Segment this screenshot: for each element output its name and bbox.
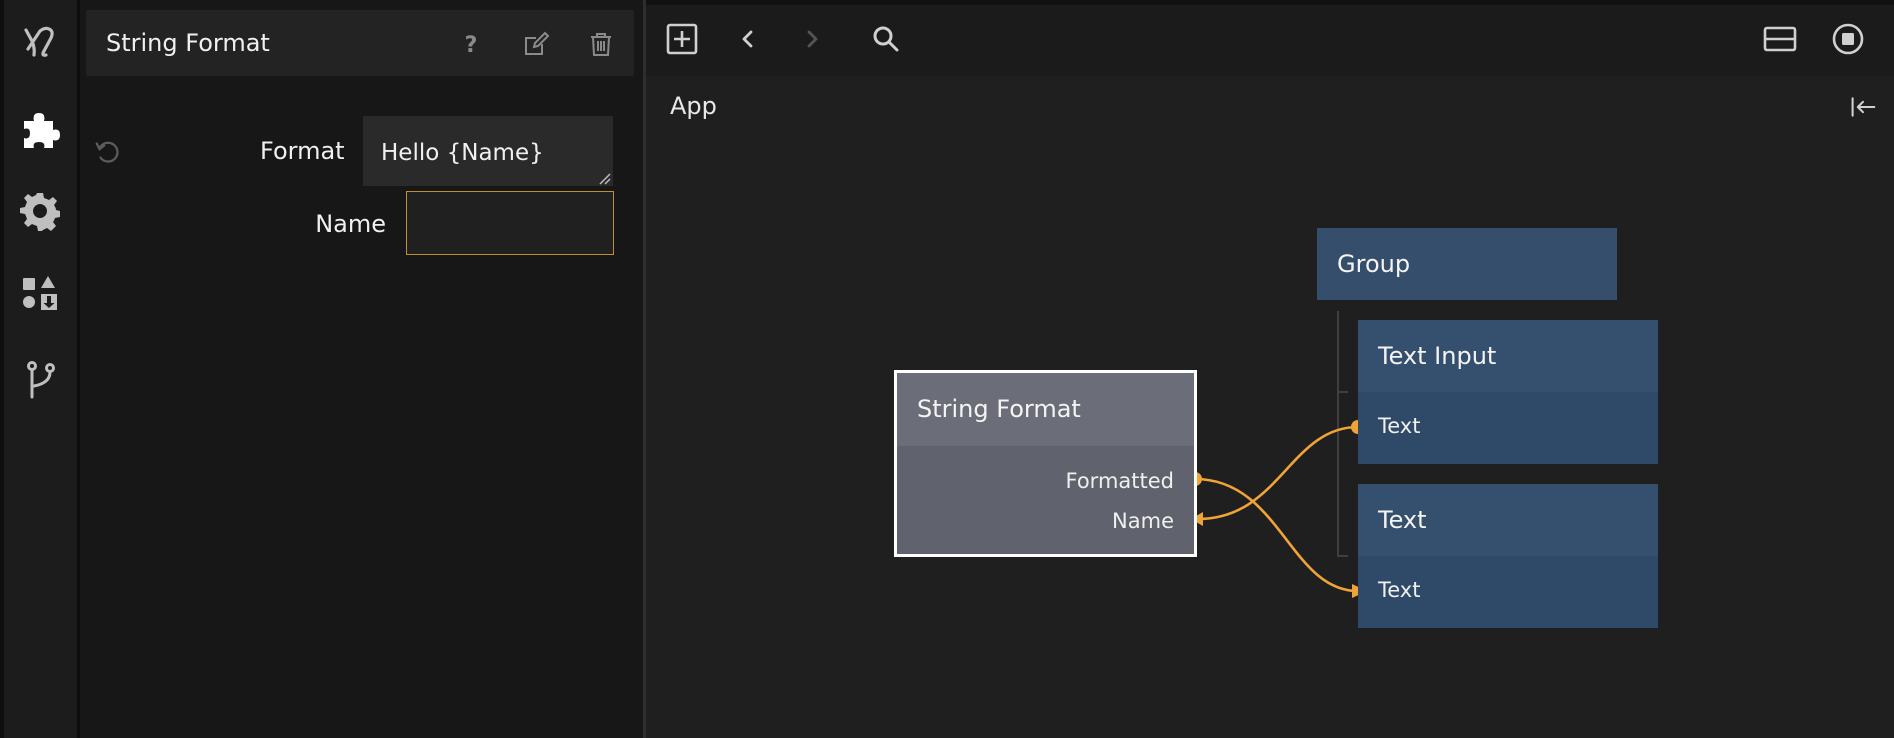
chevron-left-icon[interactable] [728, 19, 768, 59]
port-formatted[interactable]: Formatted [1066, 469, 1175, 493]
icon-rail [0, 0, 80, 738]
gear-icon[interactable] [19, 190, 61, 232]
property-panel: String Format ? Format Hello {Name} Name [80, 0, 643, 738]
help-icon[interactable]: ? [456, 29, 486, 59]
editor-toolbar [646, 0, 1894, 76]
node-string-format[interactable]: String Format Formatted Name [894, 370, 1197, 557]
breadcrumb[interactable]: App [670, 92, 717, 120]
svg-text:?: ? [465, 33, 478, 58]
reset-icon[interactable] [92, 136, 124, 168]
add-node-icon[interactable] [662, 19, 702, 59]
node-title: Text Input [1358, 320, 1658, 392]
trash-icon[interactable] [586, 29, 616, 59]
node-group[interactable]: Group [1317, 228, 1617, 300]
stop-icon[interactable] [1828, 19, 1868, 59]
format-label: Format [260, 137, 345, 165]
panel-title: String Format [106, 29, 270, 57]
node-text[interactable]: Text Text [1358, 484, 1658, 628]
panel-header: String Format ? [86, 10, 634, 76]
node-title: Text [1358, 484, 1658, 556]
port-text[interactable]: Text [1378, 578, 1420, 602]
collapse-panel-icon[interactable] [1846, 92, 1880, 122]
name-label: Name [315, 210, 386, 238]
shapes-download-icon[interactable] [19, 272, 61, 314]
window-top-edge [646, 0, 1894, 5]
node-title: Group [1337, 250, 1411, 278]
port-name[interactable]: Name [1112, 509, 1174, 533]
puzzle-icon[interactable] [19, 108, 61, 150]
app-logo-icon[interactable] [19, 20, 61, 62]
node-canvas[interactable] [646, 76, 1894, 738]
port-text[interactable]: Text [1378, 414, 1420, 438]
split-view-icon[interactable] [1760, 19, 1800, 59]
name-field[interactable] [406, 191, 614, 255]
edit-icon[interactable] [521, 29, 551, 59]
search-icon[interactable] [866, 19, 906, 59]
node-text-input[interactable]: Text Input Text [1358, 320, 1658, 464]
chevron-right-icon[interactable] [792, 19, 832, 59]
branch-icon[interactable] [19, 358, 61, 400]
node-title: String Format [897, 373, 1194, 446]
format-field[interactable]: Hello {Name} [363, 116, 613, 186]
